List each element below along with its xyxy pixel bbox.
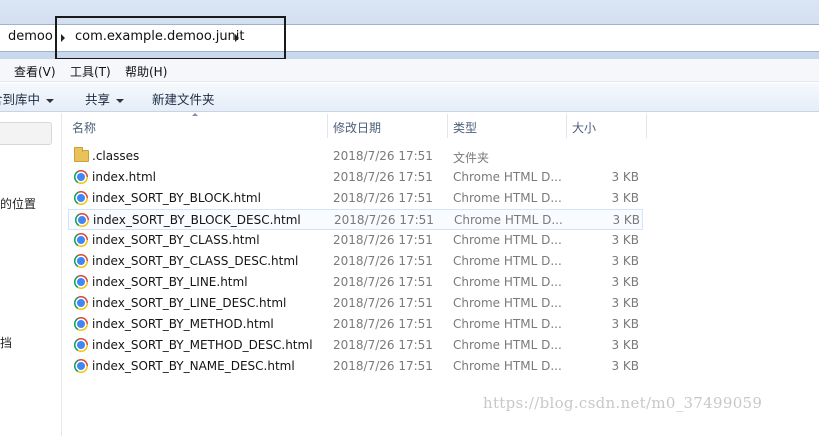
file-row[interactable]: index_SORT_BY_METHOD_DESC.html 2018/7/26…	[68, 335, 643, 356]
file-type: 文件夹	[453, 151, 490, 165]
include-in-library-button[interactable]: 含到库中	[0, 89, 55, 108]
column-header-date[interactable]: 修改日期	[333, 119, 381, 136]
file-row[interactable]: index_SORT_BY_LINE.html 2018/7/26 17:51 …	[68, 272, 643, 293]
file-row-selected[interactable]: index_SORT_BY_BLOCK_DESC.html 2018/7/26 …	[68, 209, 643, 230]
menu-tools[interactable]: 工具(T)	[70, 63, 111, 80]
annotation-highlight-box	[55, 16, 286, 60]
nav-favorites-item[interactable]	[0, 122, 52, 145]
dropdown-arrow-icon	[46, 98, 55, 103]
share-label: 共享	[85, 92, 111, 107]
file-size: 3 KB	[611, 233, 639, 247]
file-size: 3 KB	[611, 254, 639, 268]
menu-view[interactable]: 查看(V)	[14, 63, 56, 80]
file-row[interactable]: index_SORT_BY_CLASS.html 2018/7/26 17:51…	[68, 230, 643, 251]
column-divider[interactable]	[327, 114, 328, 138]
include-in-library-label: 含到库中	[0, 92, 41, 107]
file-row[interactable]: index_SORT_BY_LINE_DESC.html 2018/7/26 1…	[68, 293, 643, 314]
breadcrumb-demoo[interactable]: demoo	[8, 29, 53, 44]
watermark-text: https://blog.csdn.net/m0_37499059	[483, 394, 763, 412]
file-row[interactable]: index_SORT_BY_METHOD.html 2018/7/26 17:5…	[68, 314, 643, 335]
file-row[interactable]: .classes 2018/7/26 17:51 文件夹	[68, 146, 643, 167]
file-date: 2018/7/26 17:51	[333, 149, 433, 163]
file-size: 3 KB	[611, 275, 639, 289]
file-row[interactable]: index.html 2018/7/26 17:51 Chrome HTML D…	[68, 167, 643, 188]
column-header-name[interactable]: 名称	[72, 119, 96, 136]
file-row[interactable]: index_SORT_BY_NAME_DESC.html 2018/7/26 1…	[68, 356, 643, 377]
file-size: 3 KB	[612, 213, 640, 227]
column-header-size[interactable]: 大小	[572, 119, 596, 136]
nav-item-recent-places[interactable]: 的位置	[0, 195, 36, 212]
new-folder-button[interactable]: 新建文件夹	[152, 89, 215, 108]
column-divider[interactable]	[566, 114, 567, 138]
file-size: 3 KB	[611, 359, 639, 373]
sort-ascending-icon	[192, 113, 198, 116]
file-row[interactable]: index_SORT_BY_BLOCK.html 2018/7/26 17:51…	[68, 188, 643, 209]
file-size: 3 KB	[611, 317, 639, 331]
folder-icon	[74, 147, 89, 162]
menu-bar	[0, 59, 819, 82]
dropdown-arrow-icon	[116, 98, 125, 103]
share-button[interactable]: 共享	[85, 89, 125, 108]
column-divider[interactable]	[646, 114, 647, 138]
file-size: 3 KB	[611, 296, 639, 310]
menu-help[interactable]: 帮助(H)	[125, 63, 167, 80]
column-divider[interactable]	[447, 114, 448, 138]
nav-item-documents[interactable]: 挡	[0, 334, 12, 351]
column-header-type[interactable]: 类型	[453, 119, 477, 136]
file-size: 3 KB	[611, 170, 639, 184]
file-name: .classes	[92, 149, 140, 163]
navigation-pane	[0, 113, 62, 436]
file-row[interactable]: index_SORT_BY_CLASS_DESC.html 2018/7/26 …	[68, 251, 643, 272]
file-size: 3 KB	[611, 338, 639, 352]
file-size: 3 KB	[611, 191, 639, 205]
